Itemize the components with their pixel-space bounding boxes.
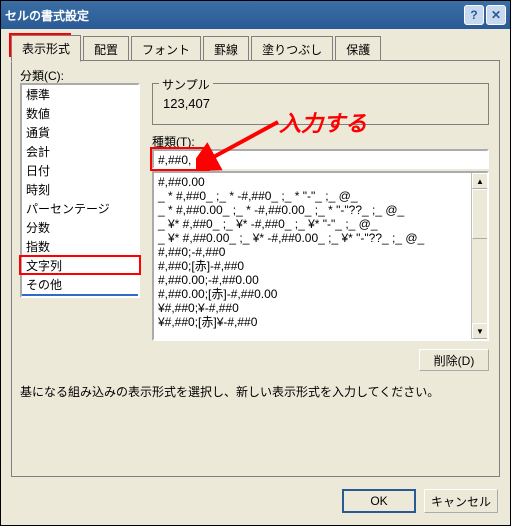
dialog-body: 表示形式 配置 フォント 罫線 塗りつぶし 保護 分類(C): 標準 数値 通貨… bbox=[1, 29, 510, 525]
tab-fill[interactable]: 塗りつぶし bbox=[251, 36, 333, 62]
tab-panel: 分類(C): 標準 数値 通貨 会計 日付 時刻 パーセンテージ 分数 指数 文… bbox=[11, 60, 500, 477]
list-item[interactable]: _ ¥* #,##0.00_ ;_ ¥* -#,##0.00_ ;_ ¥* "-… bbox=[158, 231, 467, 245]
scroll-down-button[interactable]: ▼ bbox=[472, 323, 488, 339]
sample-value: 123,407 bbox=[163, 96, 210, 111]
sample-label: サンプル bbox=[159, 76, 213, 93]
scroll-up-button[interactable]: ▲ bbox=[472, 173, 488, 189]
dialog-window: セルの書式設定 ? ✕ 表示形式 配置 フォント 罫線 塗りつぶし 保護 分類(… bbox=[0, 0, 511, 526]
dialog-buttons: OK キャンセル bbox=[342, 489, 498, 513]
list-item[interactable]: 時刻 bbox=[22, 180, 138, 199]
list-item[interactable]: _ * #,##0_ ;_ * -#,##0_ ;_ * "-"_ ;_ @_ bbox=[158, 189, 467, 203]
list-item[interactable]: 日付 bbox=[22, 161, 138, 180]
list-item[interactable]: パーセンテージ bbox=[22, 199, 138, 218]
scrollbar[interactable]: ▲ ▼ bbox=[471, 173, 487, 339]
list-item[interactable]: _ * #,##0.00_ ;_ * -#,##0.00_ ;_ * "-"??… bbox=[158, 203, 467, 217]
list-item[interactable]: その他 bbox=[22, 275, 138, 294]
type-label: 種類(T): bbox=[152, 133, 195, 150]
list-item[interactable]: 通貨 bbox=[22, 123, 138, 142]
sample-groupbox: サンプル 123,407 bbox=[152, 83, 489, 125]
type-input-value: #,##0, bbox=[158, 153, 191, 167]
format-list-inner: #,##0.00 _ * #,##0_ ;_ * -#,##0_ ;_ * "-… bbox=[154, 173, 471, 339]
titlebar-buttons: ? ✕ bbox=[464, 5, 506, 25]
list-item-selected[interactable]: ユーザー定義 bbox=[22, 294, 138, 298]
list-item[interactable]: 数値 bbox=[22, 104, 138, 123]
scroll-thumb[interactable] bbox=[472, 189, 488, 239]
delete-button[interactable]: 削除(D) bbox=[419, 349, 489, 371]
list-item[interactable]: ¥#,##0;[赤]¥-#,##0 bbox=[158, 315, 467, 329]
title-bar: セルの書式設定 ? ✕ bbox=[1, 1, 510, 29]
window-title: セルの書式設定 bbox=[5, 7, 89, 24]
list-item[interactable]: #,##0;-#,##0 bbox=[158, 245, 467, 259]
cancel-button[interactable]: キャンセル bbox=[424, 489, 498, 513]
list-item[interactable]: 会計 bbox=[22, 142, 138, 161]
ok-button[interactable]: OK bbox=[342, 489, 416, 513]
tab-strip: 表示形式 配置 フォント 罫線 塗りつぶし 保護 bbox=[11, 35, 500, 61]
list-item[interactable]: 標準 bbox=[22, 85, 138, 104]
tab-alignment[interactable]: 配置 bbox=[83, 36, 129, 62]
list-item[interactable]: _ ¥* #,##0_ ;_ ¥* -#,##0_ ;_ ¥* "-"_ ;_ … bbox=[158, 217, 467, 231]
tab-format[interactable]: 表示形式 bbox=[11, 35, 81, 62]
list-item[interactable]: #,##0.00;-#,##0.00 bbox=[158, 273, 467, 287]
list-item[interactable]: #,##0.00;[赤]-#,##0.00 bbox=[158, 287, 467, 301]
tab-font[interactable]: フォント bbox=[131, 36, 201, 62]
list-item[interactable]: #,##0.00 bbox=[158, 175, 467, 189]
help-button[interactable]: ? bbox=[464, 5, 484, 25]
category-label: 分類(C): bbox=[20, 67, 64, 84]
type-input[interactable]: #,##0, bbox=[152, 149, 489, 169]
close-button[interactable]: ✕ bbox=[486, 5, 506, 25]
tab-border[interactable]: 罫線 bbox=[203, 36, 249, 62]
list-item[interactable]: 指数 bbox=[22, 237, 138, 256]
list-item[interactable]: 分数 bbox=[22, 218, 138, 237]
list-item[interactable]: 文字列 bbox=[22, 256, 138, 275]
description-text: 基になる組み込みの表示形式を選択し、新しい表示形式を入力してください。 bbox=[20, 383, 439, 400]
list-item[interactable]: #,##0;[赤]-#,##0 bbox=[158, 259, 467, 273]
category-listbox[interactable]: 標準 数値 通貨 会計 日付 時刻 パーセンテージ 分数 指数 文字列 その他 … bbox=[20, 83, 140, 298]
tab-protection[interactable]: 保護 bbox=[335, 36, 381, 62]
format-listbox[interactable]: #,##0.00 _ * #,##0_ ;_ * -#,##0_ ;_ * "-… bbox=[152, 171, 489, 341]
list-item[interactable]: ¥#,##0;¥-#,##0 bbox=[158, 301, 467, 315]
